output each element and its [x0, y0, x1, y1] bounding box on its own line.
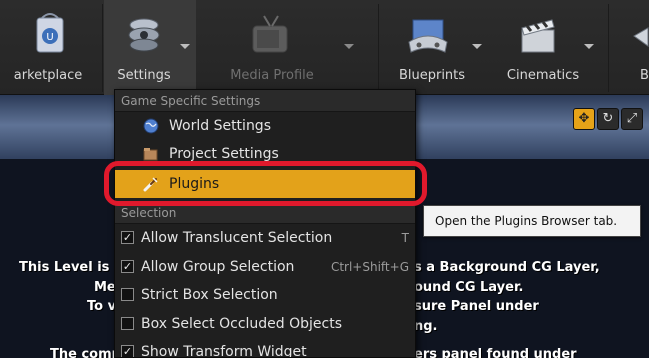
marketplace-icon: U — [36, 13, 64, 53]
media-profile-button[interactable]: Media Profile — [214, 0, 364, 95]
settings-dropdown-menu: Game Specific Settings World Settings Pr… — [114, 89, 416, 358]
viewport-message-line: The comp — [50, 347, 121, 358]
build-label: B — [640, 68, 649, 83]
menu-item-show-transform-widget[interactable]: ✓ Show Transform Widget — [115, 338, 415, 358]
menu-item-label: Project Settings — [169, 146, 279, 162]
shortcut-label: T — [401, 231, 409, 245]
checkbox-unchecked[interactable] — [121, 316, 134, 330]
plugins-tooltip: Open the Plugins Browser tab. — [423, 205, 641, 237]
project-settings-icon — [143, 148, 158, 161]
blueprints-icon — [408, 19, 448, 53]
menu-item-strict-box-selection[interactable]: Strict Box Selection — [115, 281, 415, 310]
globe-icon — [143, 118, 159, 134]
toolbar-separator — [608, 4, 609, 92]
chevron-down-icon — [344, 44, 354, 49]
scale-icon[interactable]: ⤢ — [621, 108, 643, 130]
menu-item-label: World Settings — [169, 118, 271, 134]
viewport-message-line: Me — [94, 280, 116, 295]
menu-item-allow-group-selection[interactable]: ✓ Allow Group Selection Ctrl+Shift+G — [115, 253, 415, 282]
viewport-message-line: ng. — [414, 319, 438, 334]
menu-item-allow-translucent-selection[interactable]: ✓ Allow Translucent Selection T — [115, 224, 415, 253]
menu-item-project-settings[interactable]: Project Settings — [115, 140, 415, 168]
menu-item-label: Allow Translucent Selection — [141, 230, 333, 246]
menu-item-label: Strict Box Selection — [141, 287, 278, 303]
viewport-transform-tools: ✥ ↻ ⤢ — [573, 108, 643, 130]
menu-item-label: Allow Group Selection — [141, 258, 295, 275]
build-icon — [633, 27, 649, 47]
viewport-message-line: ers panel found under — [414, 347, 577, 358]
move-icon[interactable]: ✥ — [573, 108, 595, 130]
menu-item-label: Show Transform Widget — [141, 344, 307, 358]
menu-item-world-settings[interactable]: World Settings — [115, 112, 415, 140]
rotate-icon[interactable]: ↻ — [597, 108, 619, 130]
cinematics-button[interactable]: Cinematics — [492, 0, 602, 95]
chevron-down-icon — [584, 44, 594, 49]
viewport-message-line: ound CG Layer. — [414, 280, 524, 295]
gear-icon — [128, 18, 160, 52]
clapperboard-icon — [521, 19, 555, 53]
media-profile-label: Media Profile — [230, 68, 314, 83]
menu-item-label: Box Select Occluded Objects — [141, 315, 343, 332]
menu-item-label: Plugins — [169, 176, 220, 192]
menu-section-header: Selection — [115, 202, 415, 224]
cinematics-label: Cinematics — [506, 68, 580, 83]
chevron-down-icon — [472, 44, 482, 49]
chevron-down-icon — [180, 44, 190, 49]
marketplace-label: arketplace — [13, 68, 83, 83]
build-button[interactable]: B — [614, 0, 649, 95]
viewport-message-line: sure Panel under — [414, 299, 539, 314]
main-toolbar: U arketplace Settings Media Profile Blue… — [0, 0, 649, 95]
blueprints-button[interactable]: Blueprints — [382, 0, 490, 95]
plugin-icon — [143, 177, 158, 192]
viewport-message-line: s a Background CG Layer, — [414, 260, 600, 275]
menu-item-plugins[interactable]: Plugins — [115, 170, 415, 198]
menu-section-header: Game Specific Settings — [115, 90, 415, 112]
media-profile-icon — [252, 15, 288, 53]
checkbox-checked[interactable]: ✓ — [121, 259, 134, 273]
blueprints-label: Blueprints — [398, 68, 466, 83]
checkbox-checked[interactable]: ✓ — [121, 231, 134, 244]
shortcut-label: Ctrl+Shift+G — [330, 259, 409, 274]
checkbox-checked[interactable]: ✓ — [121, 345, 134, 357]
svg-text:U: U — [46, 32, 53, 43]
viewport-message-line: This Level is s — [19, 260, 122, 275]
marketplace-button[interactable]: U arketplace — [0, 0, 96, 95]
menu-item-box-select-occluded-objects[interactable]: Box Select Occluded Objects — [115, 310, 415, 339]
checkbox-unchecked[interactable] — [121, 288, 134, 301]
